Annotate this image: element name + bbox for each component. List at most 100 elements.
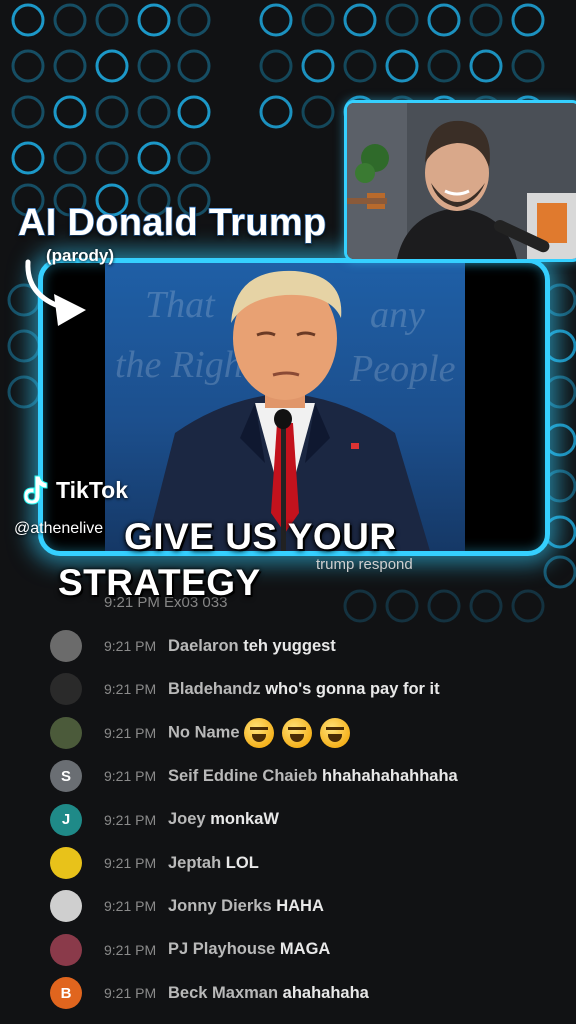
message-text: MAGA (279, 940, 331, 959)
username-text[interactable]: PJ Playhouse (168, 940, 275, 958)
message-timestamp: 9:21 PM (104, 638, 157, 654)
avatar[interactable] (50, 673, 82, 706)
chat-username[interactable]: Bladehandz who's gonna pay for it (168, 680, 440, 699)
decor-ring (343, 3, 377, 37)
decor-ring (511, 49, 545, 83)
message-timestamp: 9:21 PM (104, 681, 157, 698)
decor-ring (259, 3, 293, 37)
message-timestamp: 9:21 PM (104, 941, 157, 958)
decor-ring (53, 49, 87, 83)
decor-ring (53, 95, 87, 129)
laughing-emoji-icon (320, 717, 351, 748)
chat-message: S 9:21 PM Seif Eddine Chaieb hhahahahahhah… (0, 758, 576, 794)
decor-ring (343, 49, 377, 83)
speaker-figure (145, 270, 430, 551)
avatar[interactable]: B (50, 977, 82, 1010)
decor-ring (301, 95, 335, 129)
laughing-emoji-icon (244, 717, 275, 748)
chat-username[interactable]: Jeptah LOL (168, 854, 259, 873)
avatar[interactable] (50, 630, 82, 662)
chat-username[interactable]: Joey monkaW (168, 810, 279, 829)
avatar[interactable] (50, 933, 82, 966)
chat-message: B 9:21 PM Beck Maxman ahahahaha (0, 975, 576, 1011)
video-player-frame[interactable]: That any the Right People (38, 258, 550, 556)
debate-video: That any the Right People (105, 263, 465, 551)
chat-username[interactable]: Jonny Dierks HAHA (168, 897, 324, 916)
decor-ring (11, 3, 45, 37)
decor-ring (177, 141, 211, 175)
chat-message: 9:21 PM Jonny Dierks HAHA (0, 888, 576, 924)
decor-ring (427, 3, 461, 37)
decor-ring (95, 3, 129, 37)
decor-ring (385, 49, 419, 83)
decor-ring (469, 3, 503, 37)
chat-message: 9:21 PM No Name (0, 715, 576, 751)
webcam-feed (347, 103, 576, 259)
chat-username[interactable]: Beck Maxman ahahahaha (168, 984, 369, 1003)
username-text[interactable]: Jeptah (168, 854, 221, 872)
message-timestamp: 9:21 PM (104, 811, 157, 828)
message-text: teh yuggest (243, 636, 336, 655)
decor-ring (301, 49, 335, 83)
decor-ring (469, 589, 503, 623)
username-text[interactable]: No Name (168, 723, 240, 741)
message-text (244, 717, 358, 748)
video-title: AI Donald Trump (17, 201, 327, 245)
username-text[interactable]: Daelaron (168, 637, 239, 655)
decor-ring (177, 95, 211, 129)
message-text: monkaW (210, 810, 279, 829)
avatar[interactable]: J (50, 803, 82, 836)
decor-ring (137, 141, 171, 175)
decor-ring (53, 141, 87, 175)
chat-message: 9:21 PM PJ Playhouse MAGA (0, 932, 576, 968)
username-text[interactable]: Beck Maxman (168, 984, 278, 1002)
chat-message: J 9:21 PM Joey monkaW (0, 802, 576, 838)
chat-username[interactable]: PJ Playhouse MAGA (168, 940, 330, 959)
message-text: HAHA (276, 896, 324, 915)
message-text: ahahahaha (282, 983, 369, 1002)
avatar[interactable] (50, 890, 82, 923)
streamer-webcam (344, 100, 576, 262)
decor-ring (469, 49, 503, 83)
username-text[interactable]: Jonny Dierks (168, 897, 272, 915)
message-timestamp: 9:21 PM (104, 768, 157, 785)
decor-ring (511, 589, 545, 623)
decor-ring (301, 3, 335, 37)
username-text[interactable]: Seif Eddine Chaieb (168, 767, 317, 785)
decor-ring (177, 49, 211, 83)
avatar[interactable]: S (50, 760, 82, 793)
message-text: hhahahahahhaha (322, 766, 458, 785)
decor-ring (137, 3, 171, 37)
decor-ring (427, 49, 461, 83)
decor-ring (385, 3, 419, 37)
caption-line-2: STRATEGY (58, 562, 261, 603)
curved-arrow-icon (25, 259, 86, 326)
avatar[interactable] (50, 847, 82, 879)
decor-ring (543, 555, 576, 589)
decor-ring (11, 49, 45, 83)
decor-ring (385, 589, 419, 623)
message-timestamp: 9:21 PM (104, 724, 157, 741)
message-timestamp: 9:21 PM (104, 898, 157, 915)
decor-ring (95, 49, 129, 83)
chat-message: 9:21 PM Bladehandz who's gonna pay for it (0, 671, 576, 707)
hidden-chat-text: trump respond (316, 556, 413, 573)
laughing-emoji-icon (282, 717, 313, 748)
decor-ring (95, 141, 129, 175)
username-text[interactable]: Joey (168, 810, 206, 828)
tiktok-label: TikTok (56, 476, 128, 503)
message-text: who's gonna pay for it (265, 679, 440, 698)
decor-ring (11, 95, 45, 129)
chat-message: 9:21 PM Jeptah LOL (0, 845, 576, 881)
decor-ring (427, 589, 461, 623)
avatar[interactable] (50, 716, 82, 749)
message-timestamp: 9:21 PM (104, 855, 157, 871)
decor-ring (137, 49, 171, 83)
decor-ring (343, 589, 377, 623)
chat-username[interactable]: Daelaron teh yuggest (168, 637, 336, 656)
chat-username[interactable]: No Name (168, 717, 358, 748)
chat-username[interactable]: Seif Eddine Chaieb hhahahahahhaha (168, 767, 458, 786)
creator-handle[interactable]: @athenelive (14, 520, 103, 538)
username-text[interactable]: Bladehandz (168, 680, 261, 698)
caption-line-1: GIVE US YOUR (124, 516, 397, 557)
